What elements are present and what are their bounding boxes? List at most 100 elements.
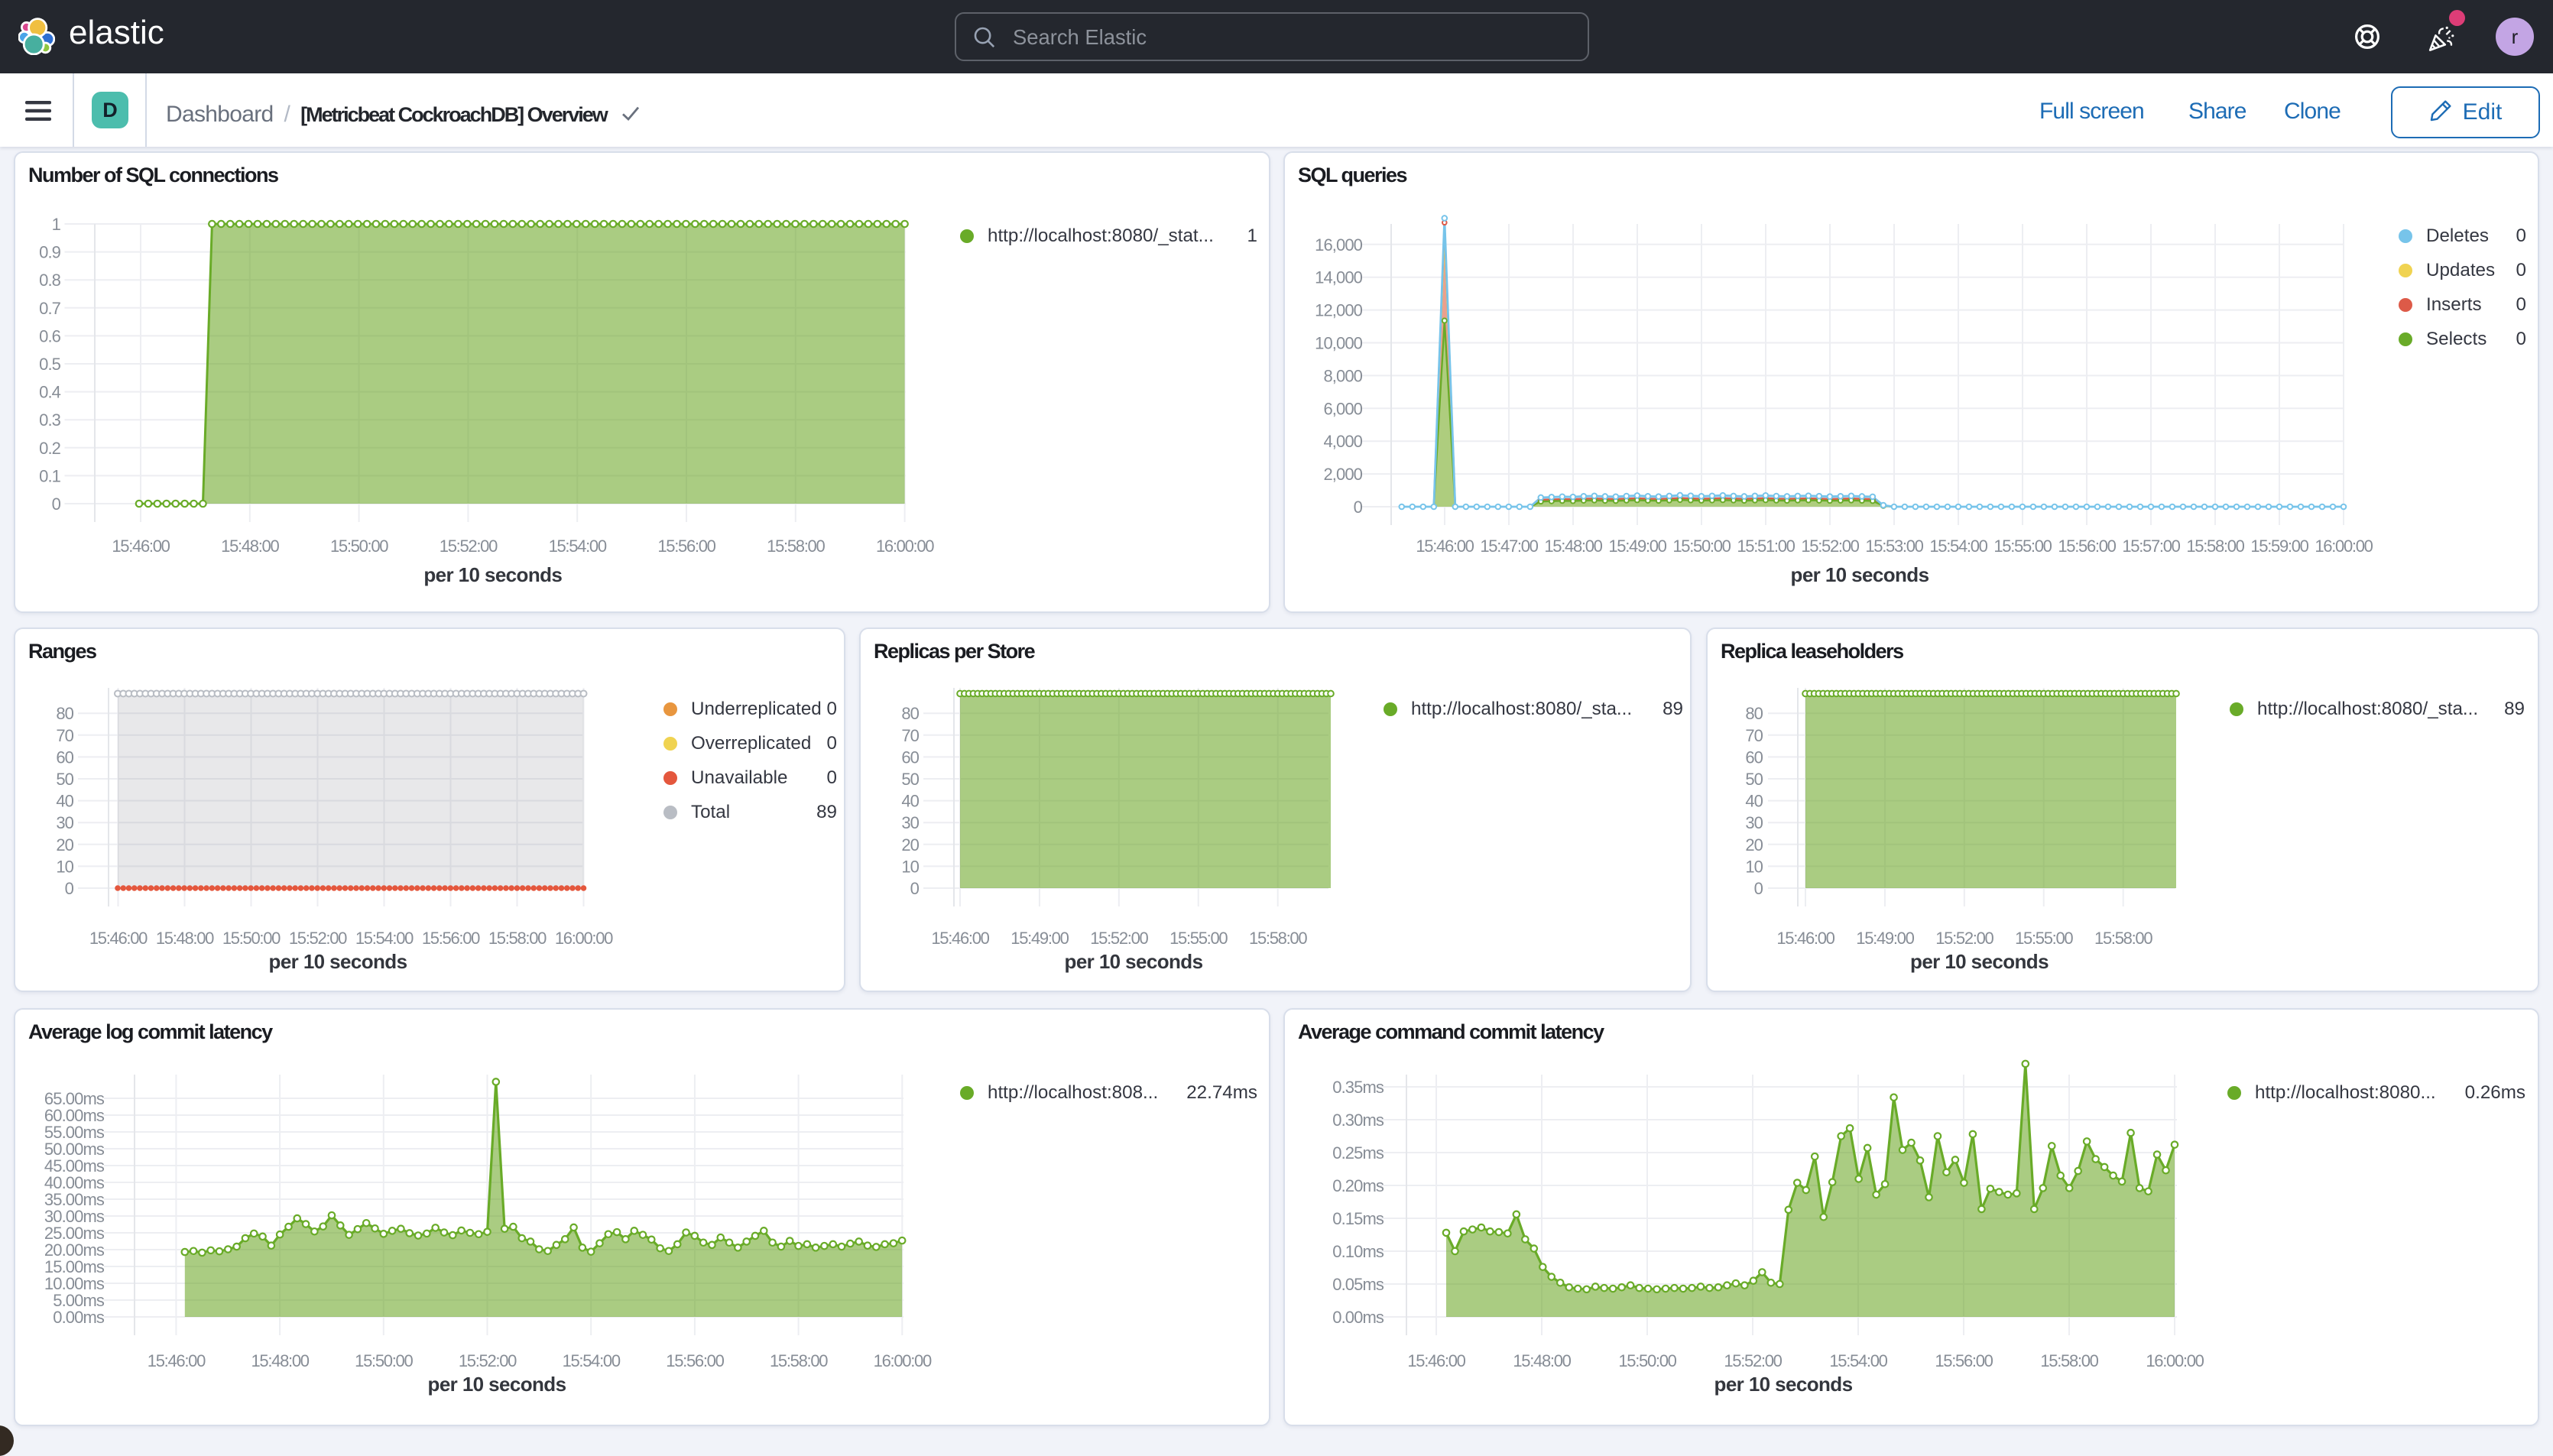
svg-text:0.25ms: 0.25ms <box>1332 1143 1384 1163</box>
svg-text:15:56:00: 15:56:00 <box>422 929 480 948</box>
svg-text:70: 70 <box>1745 726 1763 745</box>
svg-text:16:00:00: 16:00:00 <box>876 537 934 556</box>
svg-text:40: 40 <box>901 792 919 811</box>
svg-text:30: 30 <box>1745 813 1763 832</box>
svg-text:50: 50 <box>56 770 73 789</box>
svg-text:15:46:00: 15:46:00 <box>112 537 170 556</box>
svg-text:40.00ms: 40.00ms <box>44 1173 105 1192</box>
svg-text:15:52:00: 15:52:00 <box>289 929 347 948</box>
svg-text:per 10 seconds: per 10 seconds <box>1791 563 1929 586</box>
svg-text:15:50:00: 15:50:00 <box>330 537 388 556</box>
svg-text:15:48:00: 15:48:00 <box>1513 1351 1571 1370</box>
svg-text:15:58:00: 15:58:00 <box>767 537 825 556</box>
svg-text:0.15ms: 0.15ms <box>1332 1209 1384 1228</box>
svg-text:0.6: 0.6 <box>39 326 61 345</box>
svg-text:0.3: 0.3 <box>39 410 61 430</box>
svg-text:70: 70 <box>901 726 919 745</box>
svg-text:0.05ms: 0.05ms <box>1332 1275 1384 1294</box>
svg-text:20: 20 <box>56 835 73 854</box>
svg-text:0.9: 0.9 <box>39 243 61 262</box>
svg-text:80: 80 <box>901 704 919 723</box>
svg-text:15:46:00: 15:46:00 <box>1776 929 1834 948</box>
svg-text:15:49:00: 15:49:00 <box>1010 929 1069 948</box>
svg-text:per 10 seconds: per 10 seconds <box>1714 1373 1853 1396</box>
svg-text:per 10 seconds: per 10 seconds <box>423 563 562 586</box>
svg-text:0.30ms: 0.30ms <box>1332 1111 1384 1130</box>
svg-text:15:50:00: 15:50:00 <box>355 1351 413 1370</box>
svg-text:15:58:00: 15:58:00 <box>1249 929 1307 948</box>
svg-text:60: 60 <box>1745 747 1763 767</box>
svg-text:15:50:00: 15:50:00 <box>222 929 281 948</box>
svg-text:15:59:00: 15:59:00 <box>2250 537 2308 556</box>
svg-text:15:46:00: 15:46:00 <box>1416 537 1474 556</box>
svg-text:15:50:00: 15:50:00 <box>1618 1351 1676 1370</box>
svg-text:15:54:00: 15:54:00 <box>1929 537 1987 556</box>
svg-text:5.00ms: 5.00ms <box>53 1291 105 1310</box>
svg-text:15:55:00: 15:55:00 <box>1993 537 2052 556</box>
svg-text:15:48:00: 15:48:00 <box>1544 537 1602 556</box>
svg-text:per 10 seconds: per 10 seconds <box>269 950 407 973</box>
svg-text:0.8: 0.8 <box>39 271 61 290</box>
svg-text:30: 30 <box>56 813 73 832</box>
svg-text:0: 0 <box>1354 498 1363 517</box>
svg-text:0.5: 0.5 <box>39 355 61 374</box>
svg-text:15:58:00: 15:58:00 <box>2186 537 2244 556</box>
svg-text:15:55:00: 15:55:00 <box>1169 929 1228 948</box>
svg-text:0: 0 <box>1754 879 1763 898</box>
svg-text:15:54:00: 15:54:00 <box>1829 1351 1887 1370</box>
svg-text:per 10 seconds: per 10 seconds <box>1065 950 1203 973</box>
svg-text:15:54:00: 15:54:00 <box>563 1351 621 1370</box>
svg-text:0.1: 0.1 <box>39 466 61 485</box>
svg-text:10,000: 10,000 <box>1315 334 1363 353</box>
svg-text:15:47:00: 15:47:00 <box>1480 537 1538 556</box>
svg-text:15:49:00: 15:49:00 <box>1856 929 1914 948</box>
svg-text:6,000: 6,000 <box>1323 399 1362 418</box>
svg-text:15:58:00: 15:58:00 <box>2040 1351 2098 1370</box>
svg-text:65.00ms: 65.00ms <box>44 1089 105 1108</box>
svg-text:10.00ms: 10.00ms <box>44 1274 105 1293</box>
svg-text:per 10 seconds: per 10 seconds <box>1910 950 2049 973</box>
svg-text:40: 40 <box>1745 792 1763 811</box>
svg-text:16:00:00: 16:00:00 <box>2315 537 2373 556</box>
svg-text:15:58:00: 15:58:00 <box>770 1351 828 1370</box>
svg-text:15:58:00: 15:58:00 <box>488 929 547 948</box>
svg-text:0: 0 <box>910 879 920 898</box>
svg-text:12,000: 12,000 <box>1315 301 1363 320</box>
svg-text:15:46:00: 15:46:00 <box>148 1351 206 1370</box>
svg-text:8,000: 8,000 <box>1323 366 1362 385</box>
svg-text:10: 10 <box>1745 857 1763 876</box>
svg-text:15:52:00: 15:52:00 <box>440 537 498 556</box>
svg-text:30: 30 <box>901 813 919 832</box>
svg-text:50.00ms: 50.00ms <box>44 1140 105 1159</box>
svg-text:16,000: 16,000 <box>1315 235 1363 255</box>
svg-text:15:57:00: 15:57:00 <box>2122 537 2180 556</box>
svg-text:0: 0 <box>65 879 74 898</box>
svg-text:15:56:00: 15:56:00 <box>2058 537 2116 556</box>
svg-text:35.00ms: 35.00ms <box>44 1190 105 1209</box>
svg-text:0.00ms: 0.00ms <box>53 1308 105 1327</box>
svg-text:16:00:00: 16:00:00 <box>555 929 613 948</box>
svg-text:45.00ms: 45.00ms <box>44 1156 105 1176</box>
svg-text:15:53:00: 15:53:00 <box>1865 537 1923 556</box>
svg-text:70: 70 <box>56 726 73 745</box>
svg-text:15:48:00: 15:48:00 <box>251 1351 309 1370</box>
svg-text:60: 60 <box>56 747 73 767</box>
svg-text:60: 60 <box>901 747 919 767</box>
svg-text:16:00:00: 16:00:00 <box>874 1351 932 1370</box>
svg-text:per 10 seconds: per 10 seconds <box>428 1373 566 1396</box>
svg-text:1: 1 <box>52 215 61 234</box>
svg-text:10: 10 <box>56 857 73 876</box>
svg-text:30.00ms: 30.00ms <box>44 1207 105 1226</box>
svg-text:0.20ms: 0.20ms <box>1332 1176 1384 1195</box>
svg-text:15:49:00: 15:49:00 <box>1608 537 1666 556</box>
svg-text:14,000: 14,000 <box>1315 268 1363 287</box>
svg-text:80: 80 <box>1745 704 1763 723</box>
svg-text:15:48:00: 15:48:00 <box>156 929 214 948</box>
svg-text:15:54:00: 15:54:00 <box>549 537 607 556</box>
svg-text:20.00ms: 20.00ms <box>44 1240 105 1260</box>
svg-text:15:51:00: 15:51:00 <box>1737 537 1795 556</box>
svg-text:60.00ms: 60.00ms <box>44 1106 105 1125</box>
svg-text:0.10ms: 0.10ms <box>1332 1242 1384 1261</box>
svg-text:0.4: 0.4 <box>39 383 61 402</box>
svg-text:15:46:00: 15:46:00 <box>89 929 148 948</box>
